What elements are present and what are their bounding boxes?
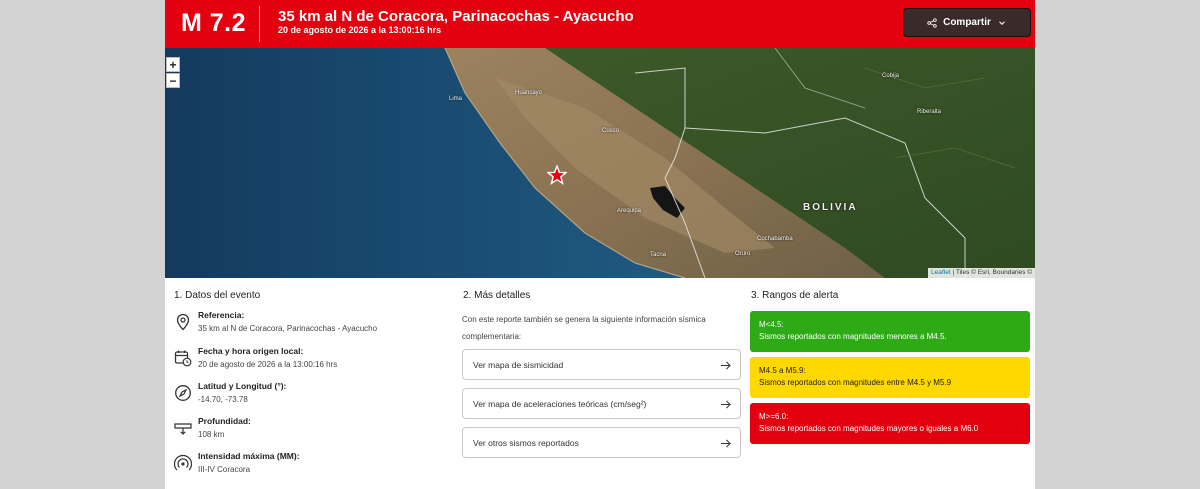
other-earthquakes-label: Ver otros sismos reportados xyxy=(473,438,579,448)
map-label-bolivia: BOLIVIA xyxy=(803,202,858,213)
seismicity-map-label: Ver mapa de sismicidad xyxy=(473,360,564,370)
alert-range-medium: M4.5 a M5.9: Sismos reportados con magni… xyxy=(750,357,1030,398)
depth-icon xyxy=(174,423,192,435)
datetime-label: Fecha y hora origen local: xyxy=(198,346,304,356)
report-header: M 7.2 35 km al N de Coracora, Parinacoch… xyxy=(165,0,1035,48)
alert-range-medium-desc: Sismos reportados con magnitudes entre M… xyxy=(759,378,952,387)
map-label-lima: Lima xyxy=(449,96,463,102)
zoom-out-button[interactable]: − xyxy=(166,73,180,88)
intensity-value: III-IV Coracora xyxy=(198,465,251,474)
intensity-icon xyxy=(174,454,192,471)
other-earthquakes-button[interactable]: Ver otros sismos reportados xyxy=(462,427,741,458)
arrow-right-icon xyxy=(720,400,731,409)
alert-range-low-desc: Sismos reportados con magnitudes menores… xyxy=(759,332,947,341)
earthquake-report-card: M 7.2 35 km al N de Coracora, Parinacoch… xyxy=(165,0,1035,489)
info-item-depth: Profundidad: 108 km xyxy=(173,415,453,445)
coordinates-value: -14.70, -73.78 xyxy=(198,395,248,404)
map-label-tacna: Tacna xyxy=(650,252,667,258)
zoom-in-button[interactable]: + xyxy=(166,57,180,72)
event-title: 35 km al N de Coracora, Parinacochas - A… xyxy=(278,8,634,25)
intensity-label: Intensidad máxima (MM): xyxy=(198,451,300,461)
alert-range-high-label: M>=6.0: xyxy=(759,412,789,421)
arrow-right-icon xyxy=(720,439,731,448)
leaflet-link[interactable]: Leaflet xyxy=(931,269,951,276)
alert-ranges-section: 3. Rangos de alerta M<4.5: Sismos report… xyxy=(750,278,1032,489)
share-icon xyxy=(927,17,937,28)
alert-range-low-label: M<4.5: xyxy=(759,320,784,329)
info-item-intensity: Intensidad máxima (MM): III-IV Coracora xyxy=(173,450,453,480)
map-label-huancayo: Huancayo xyxy=(515,90,543,96)
info-item-datetime: Fecha y hora origen local: 20 de agosto … xyxy=(173,345,453,375)
map-label-oruro: Oruro xyxy=(735,251,751,257)
more-details-intro: Con este reporte también se genera la si… xyxy=(462,315,706,341)
chevron-down-icon xyxy=(999,20,1005,25)
map-label-cobija: Cobija xyxy=(882,73,900,79)
depth-label: Profundidad: xyxy=(198,416,251,426)
location-pin-icon xyxy=(176,313,190,331)
reference-label: Referencia: xyxy=(198,310,245,320)
calendar-clock-icon xyxy=(174,350,192,367)
more-details-section: 2. Más detalles Con este reporte también… xyxy=(462,278,742,489)
event-data-section: 1. Datos del evento Referencia: 35 km al… xyxy=(173,278,455,489)
info-item-reference: Referencia: 35 km al N de Coracora, Pari… xyxy=(173,309,453,339)
map-label-cochabamba: Cochabamba xyxy=(757,236,793,242)
alert-range-high-desc: Sismos reportados con magnitudes mayores… xyxy=(759,424,979,433)
header-divider xyxy=(259,6,260,42)
epicenter-map[interactable]: + − Lima Huancayo Cusco Arequipa Cochaba… xyxy=(165,48,1035,278)
acceleration-map-label: Ver mapa de aceleraciones teóricas (cm/s… xyxy=(473,399,647,409)
alert-range-medium-label: M4.5 a M5.9: xyxy=(759,366,806,375)
event-data-title: 1. Datos del evento xyxy=(174,290,261,301)
map-label-cusco: Cusco xyxy=(602,128,620,134)
map-attribution: Leaflet | Tiles © Esri, Boundaries © xyxy=(928,268,1035,278)
share-button[interactable]: Compartir xyxy=(903,8,1031,37)
map-label-riberalta: Riberalta xyxy=(917,109,942,115)
alert-range-low: M<4.5: Sismos reportados con magnitudes … xyxy=(750,311,1030,352)
compass-icon xyxy=(175,385,191,401)
reference-value: 35 km al N de Coracora, Parinacochas - A… xyxy=(198,324,378,333)
attribution-text: | Tiles © Esri, Boundaries © xyxy=(952,269,1032,276)
map-terrain xyxy=(165,48,1035,278)
map-label-arequipa: Arequipa xyxy=(617,208,642,214)
event-datetime: 20 de agosto de 2026 a la 13:00:16 hrs xyxy=(278,25,442,35)
seismicity-map-button[interactable]: Ver mapa de sismicidad xyxy=(462,349,741,380)
acceleration-map-button[interactable]: Ver mapa de aceleraciones teóricas (cm/s… xyxy=(462,388,741,419)
alert-ranges-title: 3. Rangos de alerta xyxy=(751,290,839,301)
info-item-coordinates: Latitud y Longitud (°): -14.70, -73.78 xyxy=(173,380,453,410)
alert-range-high: M>=6.0: Sismos reportados con magnitudes… xyxy=(750,403,1030,444)
star-icon[interactable] xyxy=(547,165,567,185)
more-details-title: 2. Más detalles xyxy=(463,290,531,301)
depth-value: 108 km xyxy=(198,430,225,439)
share-button-label: Compartir xyxy=(943,17,991,28)
coordinates-label: Latitud y Longitud (°): xyxy=(198,381,287,391)
arrow-right-icon xyxy=(720,361,731,370)
magnitude-label: M 7.2 xyxy=(181,9,247,37)
datetime-value: 20 de agosto de 2026 a la 13:00:16 hrs xyxy=(198,360,338,369)
